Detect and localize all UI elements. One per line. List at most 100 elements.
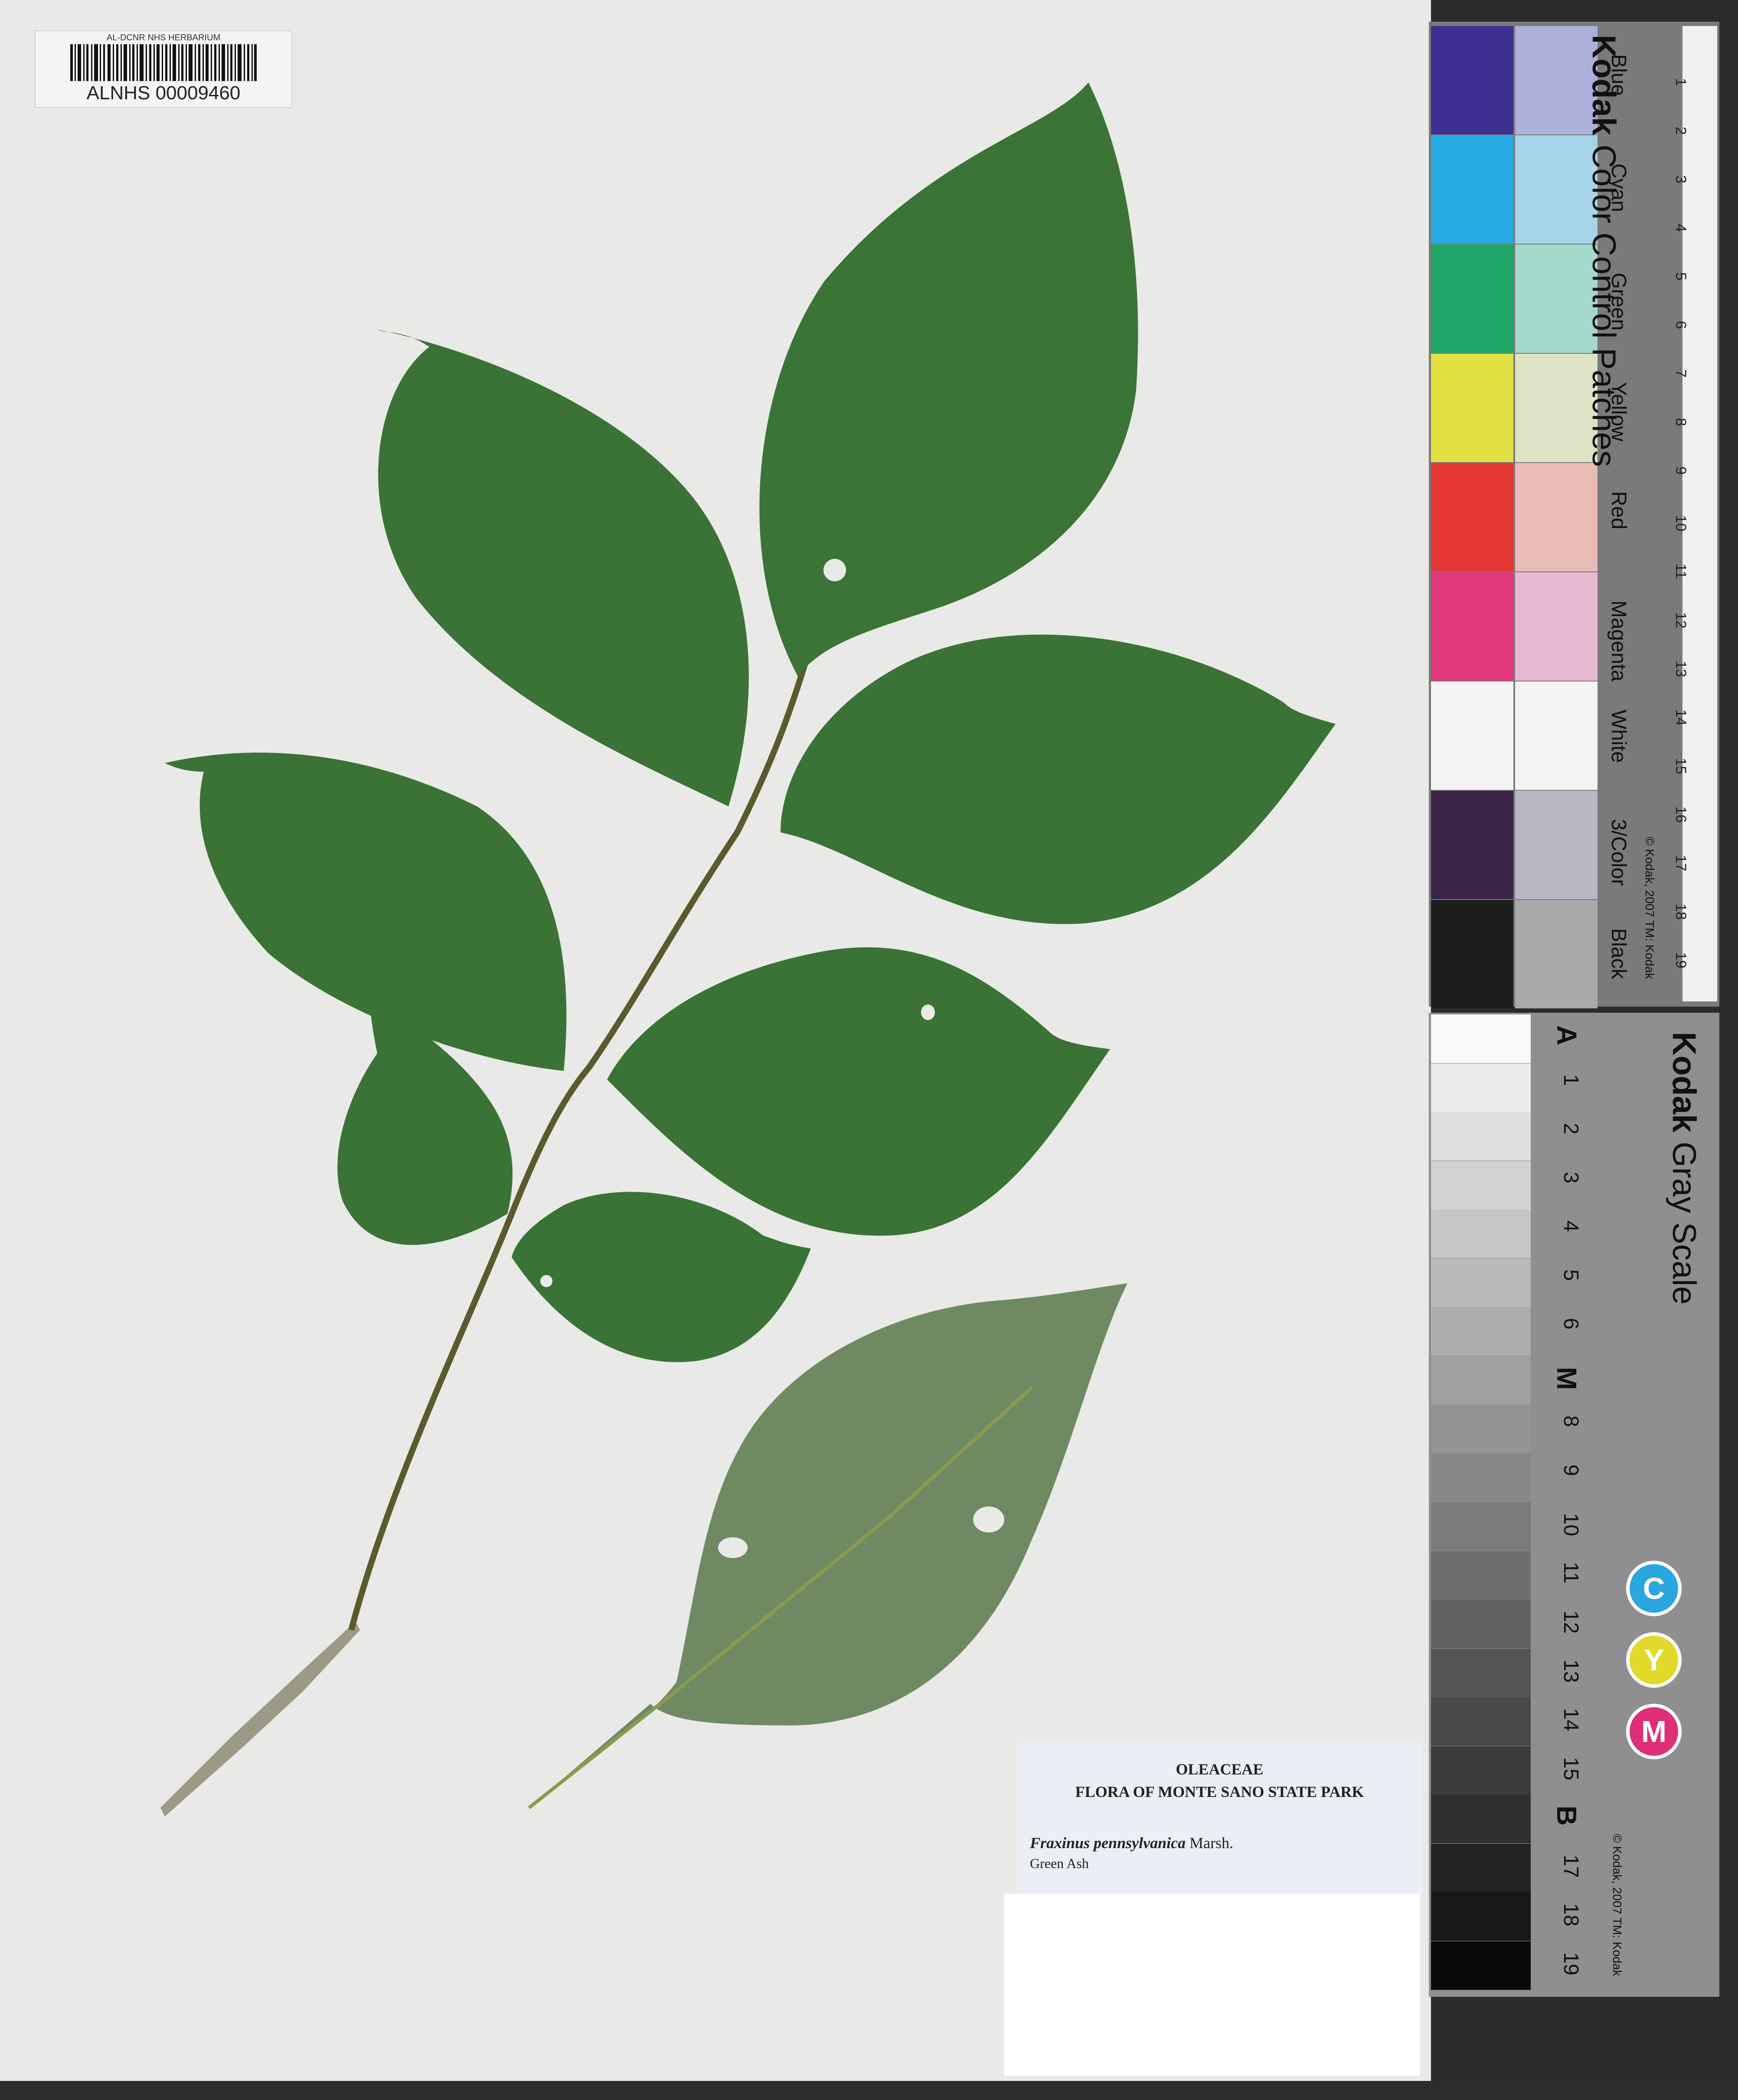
- leaf-lower-middle: [512, 1192, 811, 1362]
- color-patch-red-light: [1515, 463, 1598, 571]
- color-name-label: Magenta: [1607, 600, 1630, 682]
- gray-step: [1431, 1112, 1531, 1161]
- color-patch-magenta-light: [1515, 572, 1598, 681]
- gray-step: [1431, 1161, 1531, 1210]
- gray-step: [1431, 1356, 1531, 1405]
- catalog-number: ALNHS 00009460: [86, 82, 241, 104]
- gray-step-label: 12: [1559, 1611, 1582, 1634]
- gray-step-label: 2: [1559, 1123, 1582, 1135]
- ruler-number: 6: [1673, 321, 1689, 329]
- color-patch-white-light: [1515, 682, 1598, 790]
- gray-step: [1431, 1453, 1531, 1502]
- gray-step: [1431, 1600, 1531, 1648]
- ruler-number: 12: [1673, 612, 1689, 629]
- cym-circle-y: Y: [1626, 1632, 1682, 1688]
- gray-step-label: A: [1551, 1025, 1582, 1046]
- leaf-mid-left: [165, 753, 567, 1071]
- gray-step-label: B: [1551, 1806, 1582, 1826]
- color-name-label: Green: [1607, 273, 1630, 331]
- gray-step: [1431, 1551, 1531, 1600]
- ruler-number: 8: [1673, 418, 1689, 426]
- family-name: OLEACEAE: [1176, 1761, 1264, 1778]
- gray-step-label: 11: [1559, 1562, 1582, 1584]
- gray-step: [1431, 1258, 1531, 1307]
- gray-step-label: 13: [1559, 1659, 1582, 1683]
- gray-step: [1431, 1648, 1531, 1697]
- gray-step-label: 18: [1559, 1903, 1582, 1927]
- color-patch-3-color-light: [1515, 791, 1598, 899]
- color-name-label: Blue: [1607, 54, 1630, 96]
- gray-step-label: 10: [1559, 1513, 1582, 1536]
- gray-step-label: 3: [1559, 1171, 1582, 1184]
- leaf-bottom-underside: [529, 1283, 1127, 1808]
- gray-step-label: M: [1551, 1366, 1582, 1390]
- ruler-number: 13: [1673, 661, 1689, 677]
- gray-step: [1431, 1307, 1531, 1356]
- color-name-label: Red: [1607, 491, 1630, 530]
- scientific-name: Fraxinus pennsylvanica: [1030, 1834, 1186, 1852]
- gray-step: [1431, 1795, 1531, 1843]
- color-patch-black-dark: [1431, 900, 1513, 1008]
- barcode-label: AL-DCNR NHS HERBARIUM ALNHS 00009460: [35, 30, 292, 108]
- gray-step-label: 5: [1559, 1269, 1582, 1281]
- gray-step: [1431, 1746, 1531, 1795]
- color-patch-green-dark: [1431, 245, 1513, 353]
- gray-step: [1431, 1892, 1531, 1941]
- gray-step-label: 17: [1559, 1854, 1582, 1878]
- ruler-number: 1: [1673, 78, 1689, 86]
- color-name-label: Black: [1607, 928, 1630, 979]
- gray-step-label: 19: [1559, 1952, 1582, 1975]
- ruler-number: 2: [1673, 127, 1689, 135]
- leaf-upper-right: [781, 634, 1336, 924]
- flora-title: FLORA OF MONTE SANO STATE PARK: [1075, 1783, 1364, 1800]
- color-name-label: Cyan: [1607, 163, 1630, 212]
- color-patch-blue-dark: [1431, 26, 1513, 134]
- gray-step-label: 15: [1559, 1757, 1582, 1780]
- gray-step-label: 9: [1559, 1464, 1582, 1476]
- ruler-number: 14: [1673, 709, 1689, 726]
- species-line: Fraxinus pennsylvanica Marsh.: [1030, 1834, 1233, 1852]
- ruler-number: 5: [1673, 272, 1689, 280]
- author-name: Marsh.: [1189, 1834, 1234, 1852]
- color-name-label: White: [1607, 710, 1630, 763]
- specimen-label: OLEACEAE FLORA OF MONTE SANO STATE PARK …: [1017, 1743, 1422, 1895]
- ruler-number: 19: [1673, 952, 1689, 968]
- gray-step: [1431, 1697, 1531, 1746]
- ruler-number: 17: [1673, 855, 1689, 871]
- gray-step: [1431, 1014, 1531, 1063]
- gray-card-title: Kodak Gray Scale: [1665, 1032, 1703, 1304]
- gray-step-label: 8: [1559, 1415, 1582, 1427]
- gray-card-title-text: Gray Scale: [1666, 1141, 1702, 1305]
- kodak-logo-gray: Kodak: [1666, 1032, 1702, 1133]
- gray-step: [1431, 1502, 1531, 1551]
- barcode-header: AL-DCNR NHS HERBARIUM: [106, 33, 221, 42]
- ruler-number: 18: [1673, 903, 1689, 920]
- barcode-image: [70, 44, 257, 81]
- leaf-upper-left: [377, 329, 749, 806]
- gray-card-copyright: © Kodak, 2007 TM: Kodak: [1611, 1834, 1624, 1976]
- gray-step: [1431, 1210, 1531, 1258]
- color-patch-red-dark: [1431, 463, 1513, 571]
- twig: [160, 1621, 360, 1816]
- ruler-number: 4: [1673, 224, 1689, 232]
- gray-step: [1431, 1405, 1531, 1453]
- herbarium-sheet: AL-DCNR NHS HERBARIUM ALNHS 00009460 OLE…: [0, 0, 1431, 2100]
- color-card-copyright: © Kodak, 2007 TM: Kodak: [1643, 837, 1656, 979]
- color-name-label: Yellow: [1607, 382, 1630, 441]
- color-patch-magenta-dark: [1431, 572, 1513, 681]
- common-name: Green Ash: [1030, 1855, 1089, 1871]
- ruler-number: 16: [1673, 806, 1689, 823]
- cym-circle-c: C: [1626, 1561, 1682, 1616]
- ruler-number: 15: [1673, 758, 1689, 774]
- blank-annotation-area: [1004, 1894, 1420, 2076]
- color-patch-yellow-dark: [1431, 354, 1513, 462]
- color-patch-white-dark: [1431, 682, 1513, 790]
- ruler-number: 9: [1673, 466, 1689, 475]
- ruler-number: 3: [1673, 175, 1689, 183]
- leaf-top: [759, 82, 1138, 676]
- ruler-number: 10: [1673, 515, 1689, 532]
- gray-step-label: 14: [1559, 1708, 1582, 1732]
- gray-step-label: 4: [1559, 1220, 1582, 1232]
- gray-step-label: 1: [1559, 1074, 1582, 1086]
- gray-step: [1431, 1063, 1531, 1112]
